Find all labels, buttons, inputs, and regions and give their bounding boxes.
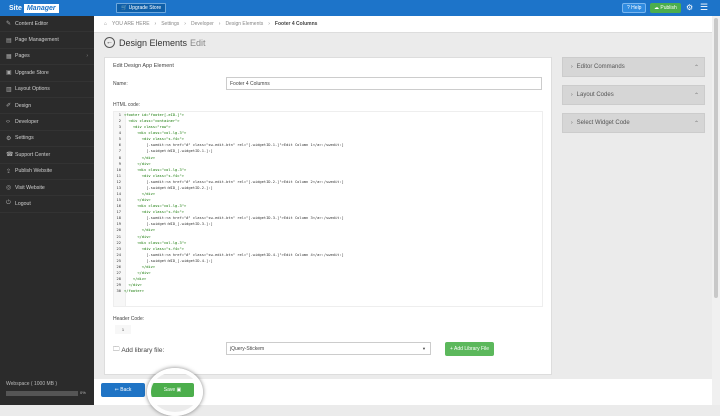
add-library-label: 🗀 Add library file: bbox=[113, 346, 165, 354]
top-bar: Site Manager 🛒 Upgrade Store ? Help ☁ Pub… bbox=[0, 0, 720, 16]
sidebar: ✎ Content Editor ▤ Page Management ▦ Pages › ▣ U… bbox=[0, 16, 94, 405]
collapse-icon[interactable]: ⌃ bbox=[694, 120, 699, 127]
sidebar-item[interactable]: ☎ Support Center bbox=[0, 147, 94, 164]
html-code-label: HTML code: bbox=[113, 102, 141, 108]
help-button[interactable]: ? Help bbox=[622, 3, 647, 13]
sidebar-item[interactable]: ⚙ Settings bbox=[0, 131, 94, 148]
breadcrumb-item[interactable]: Design Elements bbox=[225, 21, 263, 27]
page-title: ← Design Elements Edit bbox=[104, 37, 206, 48]
layout-icon: ▥ bbox=[6, 86, 12, 93]
sidebar-item[interactable]: ‹› Developer bbox=[0, 114, 94, 131]
home-icon[interactable]: ⌂ bbox=[104, 21, 107, 27]
chevron-right-icon: › bbox=[571, 64, 573, 70]
publish-button[interactable]: ☁ Publish bbox=[650, 3, 681, 13]
chevron-right-icon: › bbox=[571, 92, 573, 98]
caret-down-icon: ▼ bbox=[422, 346, 426, 351]
sidebar-item[interactable]: ▥ Layout Options bbox=[0, 82, 94, 98]
globe-icon: ◎ bbox=[6, 185, 12, 192]
library-select[interactable]: jQuery-Stickem ▼ bbox=[226, 342, 431, 355]
html-code-editor[interactable]: 1 <footer id="footer[-eID-]"> 2 <div class… bbox=[113, 111, 543, 307]
collapse-icon[interactable]: ⌃ bbox=[694, 92, 699, 99]
brush-icon: ✐ bbox=[6, 103, 12, 110]
collapse-icon[interactable]: ⌃ bbox=[694, 64, 699, 71]
breadcrumb: ⌂ YOU ARE HERE › Settings › Developer › … bbox=[94, 16, 712, 33]
chevron-right-icon: › bbox=[86, 53, 88, 60]
sidebar-item-label: Logout bbox=[15, 200, 31, 207]
code-text: </footer> bbox=[124, 289, 144, 294]
select-widget-code-panel[interactable]: › Select Widget Code ⌃ bbox=[562, 113, 705, 133]
breadcrumb-current: Footer 4 Columns bbox=[274, 21, 318, 27]
support-icon: ☎ bbox=[6, 152, 14, 159]
sidebar-item-label: Developer bbox=[15, 119, 39, 126]
editor-commands-panel[interactable]: › Editor Commands ⌃ bbox=[562, 57, 705, 77]
sidebar-item[interactable]: ▦ Pages › bbox=[0, 49, 94, 66]
sidebar-item-label: Settings bbox=[15, 135, 34, 142]
store-icon: ▣ bbox=[6, 70, 12, 77]
header-code-label: Header Code: bbox=[113, 316, 145, 322]
back-button[interactable]: ⇐ Back bbox=[101, 383, 145, 397]
menu-icon[interactable]: ☰ bbox=[700, 2, 708, 13]
site-manager-logo[interactable]: Site Manager bbox=[7, 3, 59, 13]
breadcrumb-item: YOU ARE HERE bbox=[112, 21, 150, 27]
layout-codes-panel[interactable]: › Layout Codes ⌃ bbox=[562, 85, 705, 105]
header-code-editor[interactable]: 1 bbox=[115, 325, 131, 334]
sidebar-item[interactable]: ⇪ Publish Website bbox=[0, 164, 94, 180]
name-label: Name: bbox=[113, 81, 128, 87]
power-icon: ⏻ bbox=[6, 200, 11, 207]
pencil-icon: ✎ bbox=[6, 21, 12, 28]
back-arrow-icon[interactable]: ← bbox=[104, 37, 115, 48]
sidebar-item[interactable]: ▤ Page Management bbox=[0, 32, 94, 49]
sidebar-item[interactable]: ✐ Design bbox=[0, 98, 94, 115]
webspace-percent: 0% bbox=[80, 390, 86, 395]
sidebar-item-label: Design bbox=[15, 102, 32, 109]
webspace-bar bbox=[6, 391, 78, 396]
panel-title: Edit Design App Element bbox=[113, 63, 174, 69]
upgrade-store-button[interactable]: 🛒 Upgrade Store bbox=[116, 3, 167, 13]
gear-icon[interactable]: ⚙ bbox=[686, 3, 693, 12]
code-line: 30 </footer> bbox=[114, 288, 542, 294]
file-icon: ▤ bbox=[6, 37, 12, 44]
edit-panel: Edit Design App Element Name: Footer 4 C… bbox=[104, 57, 552, 375]
webspace-label: Webspace ( 1000 MB ) bbox=[6, 381, 58, 387]
breadcrumb-item[interactable]: Settings bbox=[161, 21, 179, 27]
sidebar-item-label: Pages bbox=[15, 53, 30, 60]
pages-icon: ▦ bbox=[6, 53, 12, 60]
sidebar-item-label: Upgrade Store bbox=[15, 69, 49, 76]
sidebar-item-label: Visit Website bbox=[15, 184, 45, 191]
sidebar-item[interactable]: ▣ Upgrade Store bbox=[0, 65, 94, 82]
sidebar-item[interactable]: ⏻ Logout bbox=[0, 196, 94, 213]
upload-icon: ⇪ bbox=[6, 168, 12, 175]
sidebar-item-label: Support Center bbox=[15, 151, 51, 158]
sidebar-item-label: Content Editor bbox=[15, 20, 49, 27]
code-icon: ‹› bbox=[6, 119, 10, 126]
scrollbar-thumb[interactable] bbox=[714, 18, 718, 298]
gear-icon: ⚙ bbox=[6, 135, 12, 142]
add-library-button[interactable]: + Add Library File bbox=[445, 342, 495, 356]
line-number: 30 bbox=[116, 289, 121, 294]
sidebar-item-label: Page Management bbox=[15, 37, 59, 44]
sidebar-item-label: Publish Website bbox=[15, 168, 53, 175]
sidebar-item[interactable]: ✎ Content Editor bbox=[0, 16, 94, 33]
chevron-right-icon: › bbox=[571, 120, 573, 126]
sidebar-item-label: Layout Options bbox=[15, 86, 50, 93]
breadcrumb-item[interactable]: Developer bbox=[191, 21, 214, 27]
click-highlight bbox=[147, 368, 203, 416]
sidebar-item[interactable]: ◎ Visit Website bbox=[0, 180, 94, 197]
folder-icon: 🗀 bbox=[113, 346, 122, 353]
cart-icon: 🛒 bbox=[121, 5, 129, 11]
name-input[interactable]: Footer 4 Columns bbox=[226, 77, 542, 90]
